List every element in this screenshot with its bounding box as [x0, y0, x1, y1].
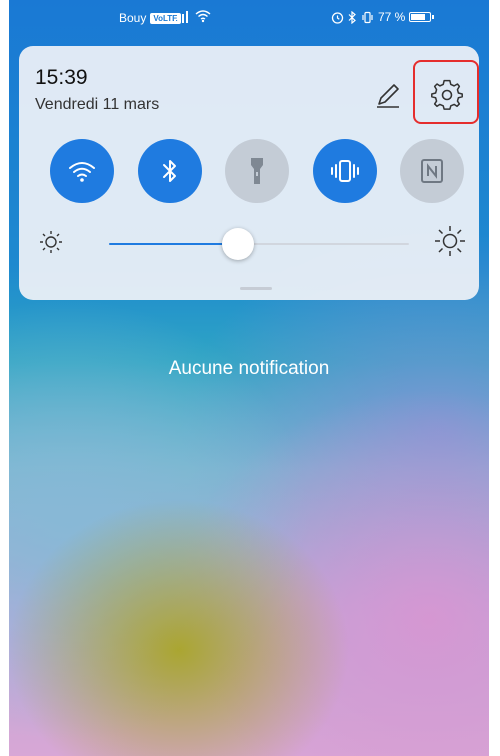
carrier-name: Bouy	[119, 11, 147, 25]
clock-date: Vendredi 11 mars	[35, 96, 160, 113]
signal-icon	[174, 11, 188, 23]
nfc-toggle[interactable]	[400, 139, 464, 203]
brightness-slider-thumb[interactable]	[222, 228, 254, 260]
battery-icon	[409, 12, 435, 22]
flashlight-toggle[interactable]	[225, 139, 289, 203]
vibrate-icon	[331, 160, 359, 182]
bluetooth-toggle[interactable]	[138, 139, 202, 203]
brightness-slider-fill	[109, 243, 238, 245]
bluetooth-icon	[348, 10, 356, 24]
brightness-slider[interactable]	[109, 228, 409, 260]
carrier: Bouy VoLTE	[119, 11, 181, 25]
wifi-icon	[69, 162, 95, 182]
brightness-high-icon	[435, 226, 465, 256]
vibrate-icon	[362, 11, 373, 23]
battery-fill	[411, 14, 425, 20]
panel-drag-handle[interactable]	[240, 287, 272, 290]
wifi-toggle[interactable]	[50, 139, 114, 203]
phone-screen: Bouy VoLTE 77 % 15:39 Vendredi 11 mars A…	[9, 0, 489, 756]
vibrate-toggle[interactable]	[313, 139, 377, 203]
alarm-icon	[331, 11, 344, 24]
no-notification-text: Aucune notification	[168, 358, 330, 379]
quick-settings-panel: 15:39 Vendredi 11 mars	[19, 46, 479, 300]
battery-percentage: 77 %	[378, 10, 406, 24]
bluetooth-icon	[163, 160, 176, 182]
pencil-icon[interactable]	[373, 80, 403, 110]
status-right: 77 %	[331, 10, 435, 24]
clock-time: 15:39	[35, 66, 88, 89]
wifi-icon	[195, 10, 211, 23]
brightness-low-icon	[40, 231, 62, 253]
flashlight-icon	[251, 158, 263, 184]
gear-icon[interactable]	[430, 78, 464, 112]
nfc-icon	[421, 159, 443, 183]
status-bar: Bouy VoLTE 77 %	[9, 0, 489, 40]
